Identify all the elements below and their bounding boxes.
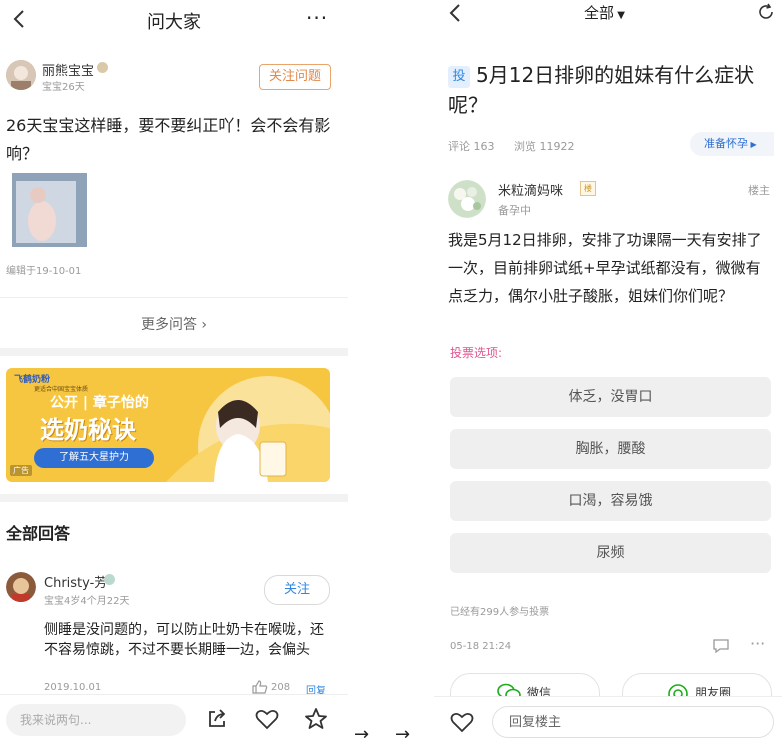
question-text: 26天宝宝这样睡，要不要纠正吖！会不会有影响？	[6, 116, 331, 163]
edited-date: 编辑于19-10-01	[6, 266, 82, 277]
answer-author-name[interactable]: Christy-芳	[44, 572, 107, 591]
star-icon[interactable]	[304, 707, 328, 731]
answers-title: 全部回答	[6, 524, 71, 543]
ad-banner[interactable]: 飞鹤奶粉 更适合中国宝宝体质 公开 | 章子怡的 选奶秘诀 了解五大星护力 广告	[6, 368, 330, 482]
vote-option[interactable]: 体乏，没胃口	[450, 377, 771, 417]
vote-label: 投票选项:	[450, 346, 503, 360]
refresh-icon[interactable]	[756, 2, 776, 22]
comment-count: 评论 163	[448, 140, 495, 153]
level-badge-icon: 楼	[580, 181, 596, 196]
heart-icon[interactable]	[450, 711, 474, 733]
more-qa-label: 更多问答	[140, 317, 197, 333]
ad-tag: 广告	[10, 465, 32, 476]
view-count: 浏览 11922	[514, 140, 575, 153]
author-name[interactable]: 米粒滴妈咪	[498, 180, 563, 199]
like-count: 208	[271, 682, 291, 693]
section-gap	[0, 348, 348, 356]
filter-label: 全部	[584, 4, 615, 22]
vote-option[interactable]: 胸胀，腰酸	[450, 429, 771, 469]
answer-date: 2019.10.01	[44, 682, 102, 693]
divider	[0, 297, 348, 298]
heart-icon[interactable]	[255, 708, 279, 730]
level-badge-icon	[104, 574, 115, 585]
post-title: 5月12日排卵的姐妹有什么症状呢？	[448, 63, 755, 117]
topic-tag-label: 准备怀孕	[704, 137, 748, 150]
avatar[interactable]	[6, 572, 36, 602]
author-name[interactable]: 丽熊宝宝	[42, 60, 94, 79]
post-time: 05-18 21:24	[450, 641, 512, 652]
comment-icon[interactable]	[712, 638, 730, 654]
author-status: 备孕中	[498, 204, 531, 217]
level-badge-icon	[97, 62, 108, 73]
ad-cta: 了解五大星护力	[59, 452, 129, 463]
topic-tag[interactable]: 准备怀孕 ▶	[690, 132, 774, 156]
arrow-1: →	[354, 724, 370, 745]
vote-option[interactable]: 尿频	[450, 533, 771, 573]
page-title: 问大家	[147, 12, 201, 33]
answer-author-sub: 宝宝4岁4个月22天	[44, 596, 130, 607]
comment-input[interactable]: 我来说两句...	[6, 704, 186, 736]
triangle-right-icon: ▶	[748, 140, 757, 149]
thumb-up-icon[interactable]	[252, 680, 268, 694]
answer-text: 侧睡是没问题的，可以防止吐奶卡在喉咙，还不容易惊跳，不过不要长期睡一边，会偏头	[44, 622, 324, 658]
floor-label: 楼主	[748, 184, 770, 197]
caret-down-icon: ▼	[614, 10, 625, 21]
avatar[interactable]	[6, 60, 36, 90]
follow-button[interactable]: 关注	[264, 575, 330, 605]
section-gap	[0, 494, 348, 502]
more-icon[interactable]: ···	[306, 6, 328, 30]
more-icon[interactable]: ···	[750, 634, 765, 653]
vote-participants: 已经有299人参与投票	[450, 607, 550, 618]
filter-dropdown[interactable]: 全部 ▼	[584, 2, 625, 23]
divider	[0, 694, 348, 695]
back-icon[interactable]	[446, 2, 464, 24]
left-screen: 问大家 ··· 丽熊宝宝 宝宝26天 关注问题 26天宝宝这样睡，要不要纠正吖！…	[0, 0, 348, 751]
share-icon[interactable]	[206, 708, 228, 730]
right-screen: 全部 ▼ 投 5月12日排卵的姐妹有什么症状呢？ 评论 163 浏览 11922…	[434, 0, 782, 751]
chevron-right-icon: ›	[196, 317, 208, 333]
more-qa-link[interactable]: 更多问答 ›	[0, 314, 348, 334]
arrow-2: →	[395, 724, 411, 745]
follow-question-button[interactable]: 关注问题	[259, 64, 331, 90]
vote-option[interactable]: 口渴，容易饿	[450, 481, 771, 521]
post-body: 我是5月12日排卵，安排了功课隔一天有安排了一次，目前排卵试纸+早孕试纸都没有，…	[448, 231, 762, 305]
author-sub: 宝宝26天	[42, 82, 85, 93]
ad-line2: 选奶秘诀	[40, 416, 136, 444]
question-photo[interactable]	[12, 173, 87, 247]
ad-line1: 公开 | 章子怡的	[50, 395, 149, 411]
reply-input[interactable]: 回复楼主	[492, 706, 774, 738]
avatar[interactable]	[448, 180, 486, 218]
